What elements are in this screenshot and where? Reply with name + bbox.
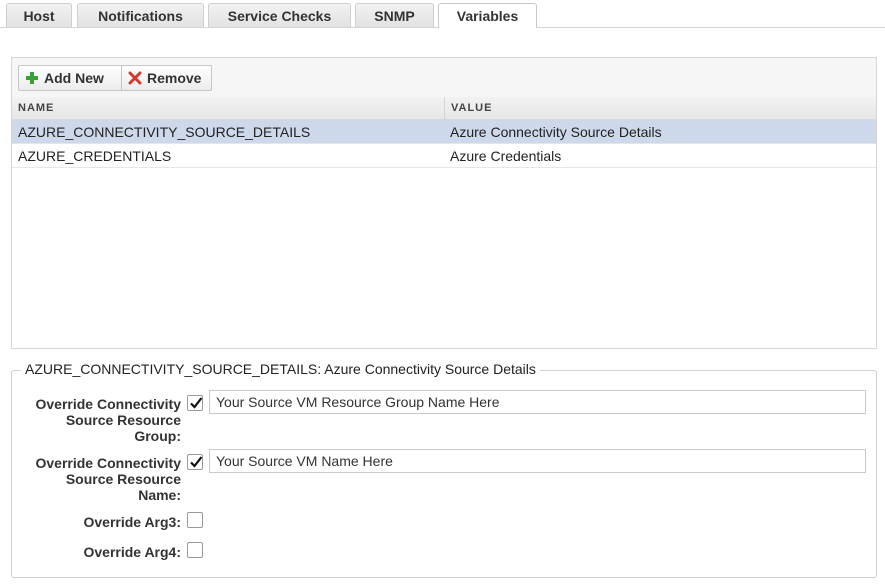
column-header-name[interactable]: NAME bbox=[12, 97, 444, 119]
row-value-cell: Azure Connectivity Source Details bbox=[450, 124, 662, 140]
table-row[interactable]: AZURE_CONNECTIVITY_SOURCE_DETAILS Azure … bbox=[12, 120, 876, 144]
fieldset-legend: AZURE_CONNECTIVITY_SOURCE_DETAILS: Azure… bbox=[21, 361, 540, 377]
override-arg3-label: Override Arg3: bbox=[83, 514, 181, 530]
override-resource-name-label: Override Connectivity Source Resource Na… bbox=[35, 455, 182, 503]
tab-notifications[interactable]: Notifications bbox=[77, 3, 204, 27]
remove-button[interactable]: Remove bbox=[121, 65, 212, 91]
grid-toolbar: Add New Remove bbox=[12, 58, 876, 98]
x-icon bbox=[128, 71, 142, 85]
row-value-cell: Azure Credentials bbox=[450, 148, 562, 164]
override-arg4-label: Override Arg4: bbox=[83, 544, 181, 560]
resource-name-input[interactable] bbox=[209, 449, 866, 473]
override-resource-group-checkbox[interactable] bbox=[187, 395, 203, 411]
add-new-label: Add New bbox=[44, 70, 104, 86]
override-resource-name-checkbox[interactable] bbox=[187, 454, 203, 470]
tab-service-checks[interactable]: Service Checks bbox=[208, 3, 351, 27]
remove-label: Remove bbox=[147, 70, 202, 86]
table-row[interactable]: AZURE_CREDENTIALS Azure Credentials bbox=[12, 144, 876, 168]
variable-details-fieldset: AZURE_CONNECTIVITY_SOURCE_DETAILS: Azure… bbox=[11, 361, 877, 578]
tab-bar: Host Notifications Service Checks SNMP V… bbox=[0, 0, 885, 28]
table-header: NAME VALUE bbox=[12, 97, 876, 120]
column-header-value[interactable]: VALUE bbox=[444, 97, 876, 119]
override-resource-group-label: Override Connectivity Source Resource Gr… bbox=[35, 396, 182, 444]
variables-grid: Add New Remove NAME VALUE AZURE_CONNECTI… bbox=[11, 57, 877, 349]
tab-variables[interactable]: Variables bbox=[438, 3, 537, 28]
override-arg3-checkbox[interactable] bbox=[187, 512, 203, 528]
plus-icon bbox=[25, 71, 39, 85]
resource-group-input[interactable] bbox=[209, 390, 866, 414]
override-arg4-checkbox[interactable] bbox=[187, 542, 203, 558]
row-name-cell: AZURE_CONNECTIVITY_SOURCE_DETAILS bbox=[18, 124, 311, 140]
add-new-button[interactable]: Add New bbox=[18, 65, 127, 91]
tab-host[interactable]: Host bbox=[6, 3, 72, 27]
checkmark-icon bbox=[190, 456, 203, 468]
row-name-cell: AZURE_CREDENTIALS bbox=[18, 148, 172, 164]
checkmark-icon bbox=[190, 397, 203, 409]
tab-snmp[interactable]: SNMP bbox=[355, 3, 434, 27]
